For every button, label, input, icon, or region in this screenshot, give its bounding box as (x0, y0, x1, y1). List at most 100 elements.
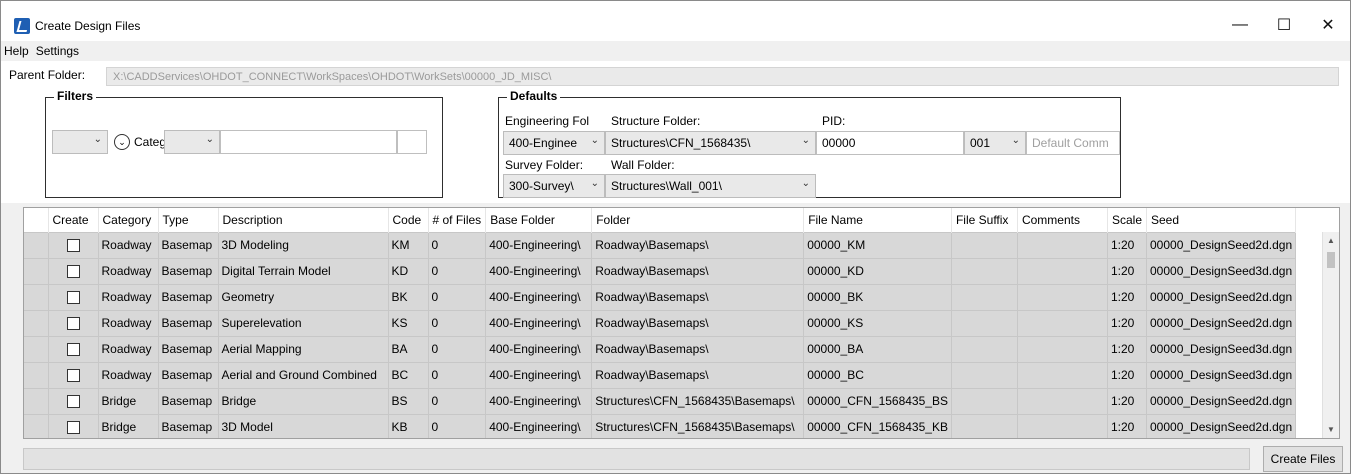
filter-field-select[interactable]: ⌄ (52, 130, 108, 154)
create-checkbox-cell[interactable] (47, 335, 99, 363)
code-cell[interactable]: BS (387, 387, 429, 415)
column-header-file-count[interactable]: # of Files (428, 208, 487, 232)
row-header[interactable] (24, 387, 49, 415)
row-header[interactable] (24, 257, 49, 285)
type-cell[interactable]: Basemap (157, 335, 219, 363)
folder-cell[interactable]: Roadway\Basemaps\ (591, 361, 805, 389)
category-cell[interactable]: Roadway (97, 283, 159, 311)
file-name-cell[interactable]: 00000_BK (803, 283, 952, 311)
file-name-cell[interactable]: 00000_CFN_1568435_KB (803, 413, 952, 438)
code-cell[interactable]: BK (387, 283, 429, 311)
description-cell[interactable]: Aerial Mapping (217, 335, 389, 363)
description-cell[interactable]: Aerial and Ground Combined (217, 361, 389, 389)
folder-cell[interactable]: Roadway\Basemaps\ (591, 309, 805, 337)
column-header-create[interactable]: Create (48, 208, 99, 232)
column-header-comments[interactable]: Comments (1017, 208, 1108, 232)
table-row[interactable]: Roadway Basemap 3D Modeling KM 0 400-Engineer… (24, 231, 1297, 259)
file-suffix-cell[interactable] (950, 231, 1018, 259)
create-checkbox-cell[interactable] (47, 257, 99, 285)
base-folder-cell[interactable]: 400-Engineering\ (485, 283, 593, 311)
code-cell[interactable]: BC (387, 361, 429, 389)
row-header[interactable] (24, 309, 49, 337)
create-checkbox-cell[interactable] (47, 361, 99, 389)
scale-cell[interactable]: 1:20 (1106, 335, 1148, 363)
description-cell[interactable]: 3D Modeling (217, 231, 389, 259)
scale-cell[interactable]: 1:20 (1106, 361, 1148, 389)
structure-folder-select[interactable]: Structures\CFN_1568435\ ⌄ (605, 131, 816, 155)
minimize-button[interactable]: — (1217, 11, 1263, 39)
category-cell[interactable]: Bridge (97, 387, 159, 415)
table-row[interactable]: Roadway Basemap Geometry BK 0 400-Engineering… (24, 283, 1297, 311)
file-suffix-cell[interactable] (950, 283, 1018, 311)
file-count-cell[interactable]: 0 (427, 283, 487, 311)
scale-cell[interactable]: 1:20 (1106, 283, 1148, 311)
scale-cell[interactable]: 1:20 (1106, 257, 1148, 285)
code-cell[interactable]: KB (387, 413, 429, 438)
column-header-code[interactable]: Code (388, 208, 429, 232)
type-cell[interactable]: Basemap (157, 361, 219, 389)
comments-cell[interactable] (1016, 335, 1108, 363)
category-cell[interactable]: Roadway (97, 309, 159, 337)
type-cell[interactable]: Basemap (157, 231, 219, 259)
row-header[interactable] (24, 231, 49, 259)
engineering-folder-select[interactable]: 400-Enginee ⌄ (503, 131, 605, 155)
file-suffix-cell[interactable] (950, 413, 1018, 438)
create-checkbox[interactable] (66, 395, 80, 409)
file-suffix-cell[interactable] (950, 361, 1018, 389)
column-header-base-folder[interactable]: Base Folder (485, 208, 593, 232)
default-comment-input[interactable]: Default Comm (1026, 131, 1120, 155)
category-cell[interactable]: Roadway (97, 335, 159, 363)
filter-text-input[interactable] (220, 130, 397, 154)
seed-cell[interactable]: 00000_DesignSeed2d.dgn (1145, 413, 1297, 438)
create-files-button[interactable]: Create Files (1263, 446, 1343, 472)
row-header[interactable] (24, 283, 49, 311)
menu-help[interactable]: Help (1, 41, 33, 61)
base-folder-cell[interactable]: 400-Engineering\ (485, 361, 593, 389)
description-cell[interactable]: Superelevation (217, 309, 389, 337)
base-folder-cell[interactable]: 400-Engineering\ (485, 231, 593, 259)
description-cell[interactable]: Digital Terrain Model (217, 257, 389, 285)
file-count-cell[interactable]: 0 (427, 413, 487, 438)
create-checkbox[interactable] (66, 421, 80, 435)
type-cell[interactable]: Basemap (157, 309, 219, 337)
code-cell[interactable]: KD (387, 257, 429, 285)
comments-cell[interactable] (1016, 257, 1108, 285)
create-checkbox[interactable] (66, 239, 80, 253)
file-count-cell[interactable]: 0 (427, 387, 487, 415)
base-folder-cell[interactable]: 400-Engineering\ (485, 309, 593, 337)
filter-extra-input[interactable] (397, 130, 427, 154)
column-header-file-suffix[interactable]: File Suffix (951, 208, 1018, 232)
folder-cell[interactable]: Structures\CFN_1568435\Basemaps\ (591, 413, 805, 438)
seed-cell[interactable]: 00000_DesignSeed2d.dgn (1145, 231, 1297, 259)
file-name-cell[interactable]: 00000_KM (803, 231, 952, 259)
file-name-cell[interactable]: 00000_BC (803, 361, 952, 389)
parent-folder-field[interactable]: X:\CADDServices\OHDOT_CONNECT\WorkSpaces… (106, 67, 1339, 86)
create-checkbox-cell[interactable] (47, 283, 99, 311)
folder-cell[interactable]: Roadway\Basemaps\ (591, 335, 805, 363)
scale-cell[interactable]: 1:20 (1106, 387, 1148, 415)
table-row[interactable]: Bridge Basemap 3D Model KB 0 400-Engineering\… (24, 413, 1297, 438)
column-header-description[interactable]: Description (218, 208, 389, 232)
create-checkbox-cell[interactable] (47, 387, 99, 415)
description-cell[interactable]: Bridge (217, 387, 389, 415)
column-header-type[interactable]: Type (158, 208, 219, 232)
row-header[interactable] (24, 413, 49, 438)
row-header[interactable] (24, 335, 49, 363)
create-checkbox[interactable] (66, 265, 80, 279)
folder-cell[interactable]: Roadway\Basemaps\ (591, 257, 805, 285)
base-folder-cell[interactable]: 400-Engineering\ (485, 387, 593, 415)
seed-cell[interactable]: 00000_DesignSeed2d.dgn (1145, 387, 1297, 415)
base-folder-cell[interactable]: 400-Engineering\ (485, 413, 593, 438)
file-count-cell[interactable]: 0 (427, 361, 487, 389)
column-header-seed[interactable]: Seed (1146, 208, 1297, 232)
comments-cell[interactable] (1016, 387, 1108, 415)
create-checkbox[interactable] (66, 317, 80, 331)
expand-circle-icon[interactable]: ⌄ (114, 134, 130, 150)
comments-cell[interactable] (1016, 283, 1108, 311)
comments-cell[interactable] (1016, 413, 1108, 438)
file-count-cell[interactable]: 0 (427, 309, 487, 337)
category-cell[interactable]: Roadway (97, 231, 159, 259)
table-row[interactable]: Bridge Basemap Bridge BS 0 400-Engineering\ St… (24, 387, 1297, 415)
table-row[interactable]: Roadway Basemap Aerial Mapping BA 0 400-Engin… (24, 335, 1297, 363)
file-count-cell[interactable]: 0 (427, 231, 487, 259)
